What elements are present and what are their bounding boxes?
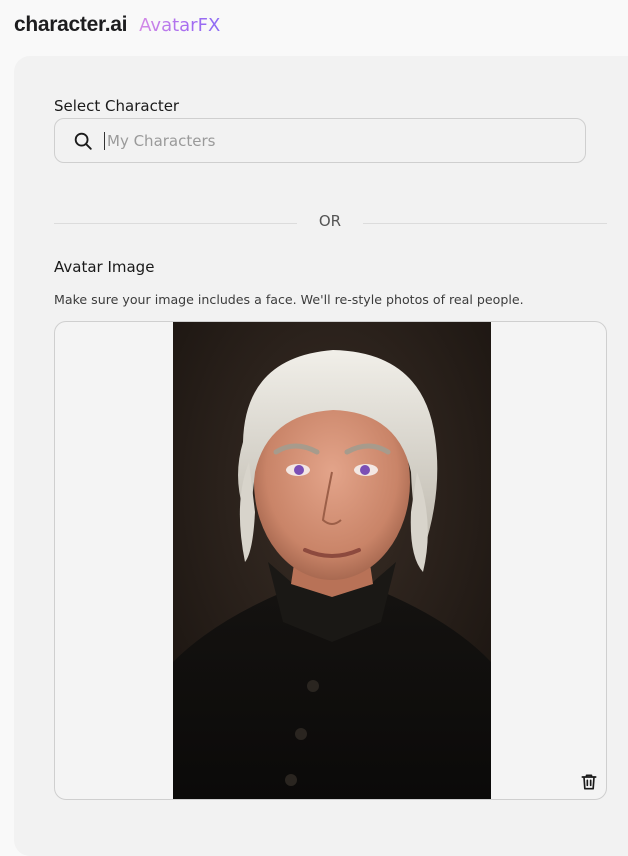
or-separator: OR (318, 212, 342, 230)
avatar-image-dropzone[interactable] (54, 321, 607, 800)
character-search[interactable] (54, 118, 586, 163)
avatar-image-label: Avatar Image (54, 258, 155, 276)
product-name: AvatarFX (139, 14, 221, 36)
trash-icon[interactable] (579, 772, 599, 792)
search-icon (74, 132, 92, 150)
search-input[interactable] (104, 131, 547, 150)
avatar-hint-text: Make sure your image includes a face. We… (54, 292, 524, 307)
top-bar: character.ai AvatarFX (14, 10, 220, 40)
uploaded-avatar-image (173, 322, 491, 799)
divider-left (54, 223, 297, 224)
select-character-label: Select Character (54, 97, 180, 115)
brand-logo[interactable]: character.ai (14, 13, 127, 37)
divider-right (363, 223, 607, 224)
